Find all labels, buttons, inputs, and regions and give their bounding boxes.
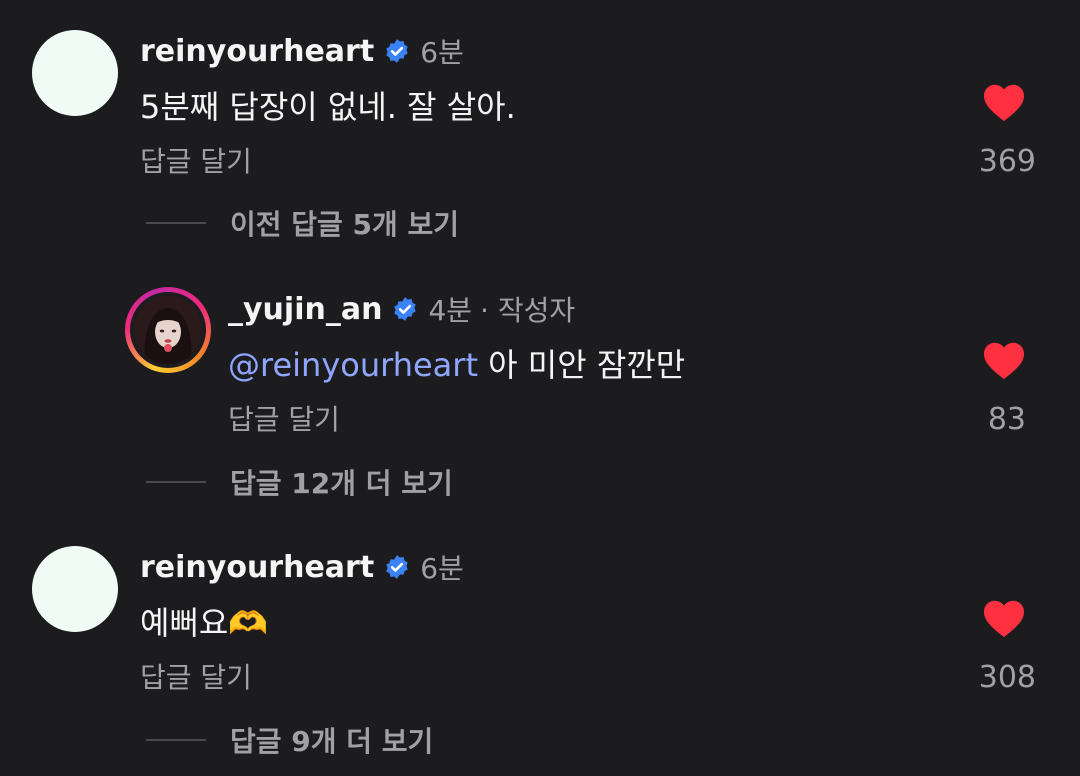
heart-icon[interactable] bbox=[982, 82, 1026, 122]
view-more-replies[interactable]: 이전 답글 5개 보기 bbox=[146, 203, 459, 243]
verified-badge-icon bbox=[386, 555, 408, 579]
mention-link[interactable]: @reinyourheart bbox=[228, 346, 478, 384]
like-count: 83 bbox=[987, 402, 1026, 437]
comment-text: 5분째 답장이 없네. 잘 살아. bbox=[140, 88, 516, 126]
verified-badge-icon bbox=[386, 39, 408, 63]
reply-text-line: @reinyourheart 아 미안 잠깐만 bbox=[228, 340, 685, 386]
avatar[interactable] bbox=[125, 287, 211, 373]
author-tag: · 작성자 bbox=[480, 294, 576, 327]
comment-text-line: 예뻐요🫶 bbox=[140, 598, 268, 644]
view-more-label: 이전 답글 5개 보기 bbox=[230, 208, 460, 241]
view-more-replies[interactable]: 답글 9개 더 보기 bbox=[146, 720, 433, 760]
profile-photo bbox=[134, 296, 202, 364]
like-count: 369 bbox=[978, 144, 1036, 179]
verified-badge-icon bbox=[394, 297, 417, 321]
like-count: 308 bbox=[978, 660, 1036, 695]
reply-button[interactable]: 답글 달기 bbox=[140, 656, 252, 696]
reply-button[interactable]: 답글 달기 bbox=[140, 140, 252, 180]
timestamp: 6분 bbox=[420, 36, 464, 69]
avatar[interactable] bbox=[32, 546, 118, 632]
timestamp: 4분 bbox=[428, 294, 473, 327]
comment-text: 예뻐요 bbox=[140, 604, 229, 642]
timestamp: 6분 bbox=[420, 552, 464, 585]
view-more-label: 답글 9개 더 보기 bbox=[230, 725, 434, 758]
username[interactable]: _yujin_an bbox=[228, 292, 382, 327]
avatar[interactable] bbox=[32, 30, 118, 116]
username[interactable]: reinyourheart bbox=[140, 34, 374, 69]
heart-icon[interactable] bbox=[982, 340, 1026, 380]
heart-hands-emoji: 🫶 bbox=[228, 604, 269, 642]
username[interactable]: reinyourheart bbox=[140, 550, 374, 585]
view-more-replies[interactable]: 답글 12개 더 보기 bbox=[146, 462, 453, 502]
divider bbox=[146, 222, 206, 224]
reply-button[interactable]: 답글 달기 bbox=[228, 398, 340, 438]
divider bbox=[146, 739, 206, 741]
heart-icon[interactable] bbox=[982, 598, 1026, 638]
divider bbox=[146, 481, 206, 483]
view-more-label: 답글 12개 더 보기 bbox=[230, 467, 453, 500]
comment-text: 아 미안 잠깐만 bbox=[488, 346, 686, 384]
